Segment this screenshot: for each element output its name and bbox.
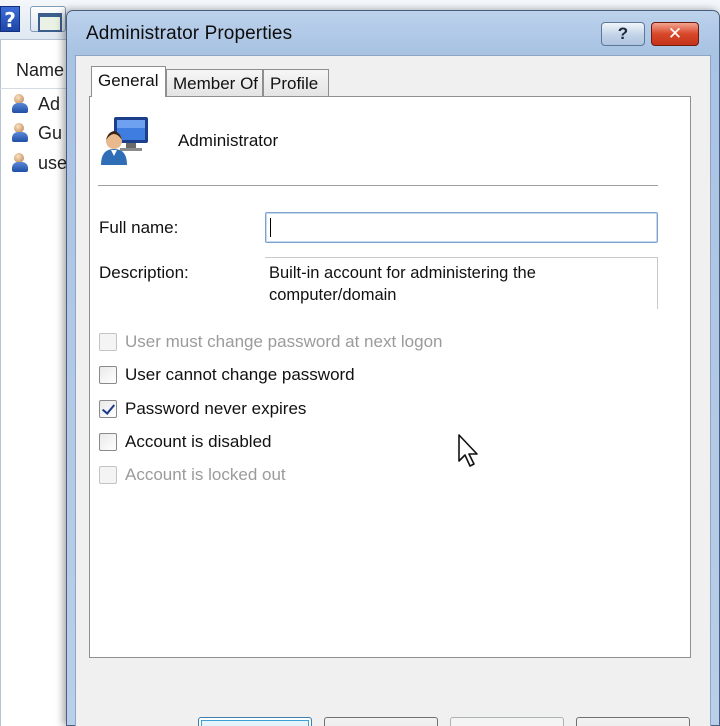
tab-profile[interactable]: Profile [263,69,329,97]
checkbox-cannot-change-password[interactable]: User cannot change password [99,364,355,386]
account-name: Administrator [178,131,279,150]
show-hide-console-tree-icon[interactable] [30,6,66,32]
help-button[interactable]: Help [576,717,690,726]
checkbox-account-disabled[interactable]: Account is disabled [99,431,271,453]
list-item[interactable]: use [12,151,67,175]
list-item-label: Gu [38,122,63,143]
user-icon [12,152,36,174]
header-separator [98,185,658,186]
checkbox-label: User must change password at next logon [125,332,443,351]
dialog-title: Administrator Properties [86,23,293,44]
mouse-pointer-icon [458,434,478,467]
list-item-label: Ad [38,93,61,114]
apply-button[interactable]: Apply [450,717,564,726]
help-toolbar-icon[interactable]: ? [0,6,20,32]
name-column-header[interactable]: Name [16,60,64,81]
checkbox-box[interactable] [99,333,117,351]
description-field[interactable]: Built-in account for administering the c… [265,257,658,309]
user-account-icon [101,117,148,165]
list-item[interactable]: Gu [12,121,62,145]
checkbox-box[interactable] [99,366,117,384]
checkbox-label: Password never expires [125,399,307,418]
checkbox-box[interactable] [99,433,117,451]
checkbox-box[interactable] [99,466,117,484]
close-button[interactable]: ✕ [651,22,699,46]
checkbox-password-never-expires[interactable]: Password never expires [99,398,306,420]
context-help-button[interactable]: ? [601,22,645,46]
checkbox-label: Account is disabled [125,432,272,451]
administrator-properties-dialog: Administrator Properties ? ✕ General Mem… [66,10,720,726]
full-name-field[interactable] [265,212,658,243]
description-label: Description: [99,263,189,282]
checkbox-box-checked[interactable] [99,400,117,418]
checkbox-label: Account is locked out [125,465,286,484]
general-tab-panel: Administrator Full name: Description: Bu… [89,96,691,658]
list-item[interactable]: Ad [12,92,60,116]
ok-button[interactable]: OK [198,717,312,726]
text-caret [270,218,271,237]
checkbox-account-locked-out[interactable]: Account is locked out [99,464,286,486]
tab-member-of[interactable]: Member Of [166,69,263,97]
dialog-client-area: General Member Of Profile Administrator … [75,55,711,726]
cancel-button[interactable]: Cancel [324,717,438,726]
checkbox-label: User cannot change password [125,365,355,384]
checkbox-must-change-password[interactable]: User must change password at next logon [99,331,443,353]
list-item-label: use [38,152,68,173]
user-icon [12,93,36,115]
full-name-label: Full name: [99,218,179,237]
user-disabled-icon [12,122,36,144]
tab-general[interactable]: General [91,66,166,97]
